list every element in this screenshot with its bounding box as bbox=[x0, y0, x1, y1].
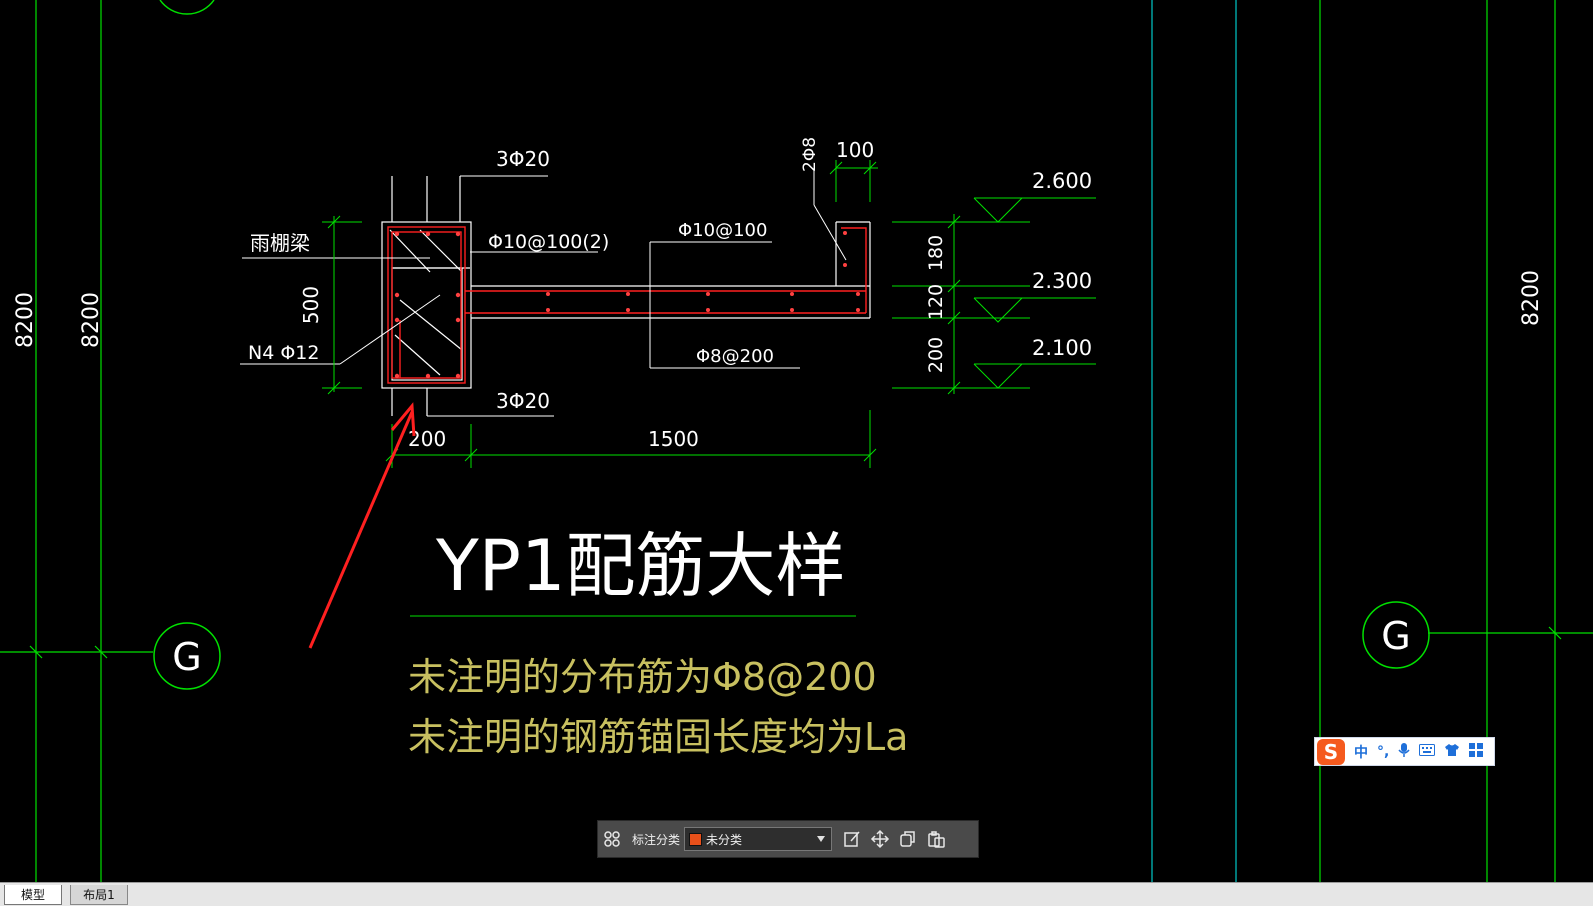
ime-toolbar: S 中 °, bbox=[1314, 737, 1495, 766]
axis-dim-right: 8200 bbox=[1519, 270, 1544, 326]
edit-icon[interactable] bbox=[838, 825, 866, 853]
chevron-down-icon bbox=[817, 836, 826, 842]
move-icon[interactable] bbox=[866, 825, 894, 853]
axis-dim-left-2: 8200 bbox=[79, 292, 104, 348]
label-slab-top: Φ10@100 bbox=[678, 220, 767, 241]
annotation-category-value: 未分类 bbox=[706, 832, 743, 847]
rebar-lines bbox=[387, 226, 867, 384]
keyboard-icon[interactable] bbox=[1419, 743, 1436, 760]
ime-mode-toggle[interactable]: 中 bbox=[1354, 742, 1368, 762]
annotation-toolbar: 标注分类 未分类 bbox=[597, 820, 979, 858]
elevation-2: 2.300 bbox=[1032, 269, 1092, 293]
label-top-bars: 3Φ20 bbox=[496, 147, 550, 171]
note-line-2: 未注明的钢筋锚固长度均为La bbox=[408, 715, 908, 759]
punctuation-icon[interactable]: °, bbox=[1377, 744, 1389, 760]
layout-tab-bar: 模型 布局1 bbox=[0, 882, 1593, 906]
cyan-lines bbox=[1151, 0, 1237, 882]
dim-1500: 1500 bbox=[648, 427, 699, 451]
label-beam-name: 雨棚梁 bbox=[250, 231, 310, 255]
sogou-logo-icon[interactable]: S bbox=[1317, 738, 1345, 765]
tab-model[interactable]: 模型 bbox=[4, 885, 62, 905]
toolbox-icon[interactable] bbox=[1469, 742, 1484, 761]
grid-icon[interactable] bbox=[598, 825, 626, 853]
markup-arrow bbox=[308, 402, 416, 649]
tab-layout1[interactable]: 布局1 bbox=[70, 885, 128, 905]
annotation-category-select[interactable]: 未分类 bbox=[684, 827, 833, 851]
axis-bubble-top bbox=[159, 0, 215, 15]
elevation-3: 2.100 bbox=[1032, 336, 1092, 360]
annotation-category-label: 标注分类 bbox=[632, 832, 681, 847]
microphone-icon[interactable] bbox=[1398, 742, 1410, 762]
note-line-1: 未注明的分布筋为Φ8@200 bbox=[408, 655, 877, 699]
leader-lines bbox=[240, 168, 847, 417]
label-slab-bottom: Φ8@200 bbox=[696, 346, 774, 367]
skin-icon[interactable] bbox=[1444, 743, 1460, 761]
label-bottom-bars: 3Φ20 bbox=[496, 389, 550, 413]
label-edge-bars: 2Φ8 bbox=[800, 137, 820, 172]
tab-layout1-label: 布局1 bbox=[83, 888, 115, 902]
beam-section bbox=[381, 176, 871, 416]
paste-icon[interactable] bbox=[922, 825, 950, 853]
axis-dim-left-1: 8200 bbox=[13, 292, 38, 348]
category-color-swatch bbox=[689, 832, 703, 846]
dim-180: 180 bbox=[925, 235, 947, 271]
tab-model-label: 模型 bbox=[20, 888, 45, 902]
dim-200-right: 200 bbox=[925, 337, 947, 373]
dim-100: 100 bbox=[836, 138, 874, 162]
drawing-title: YP1配筋大样 bbox=[435, 525, 846, 607]
dim-500: 500 bbox=[299, 286, 323, 324]
copy-icon[interactable] bbox=[894, 825, 922, 853]
axis-bubble-right-label: G bbox=[1381, 614, 1410, 658]
label-stirrup: Φ10@100(2) bbox=[488, 231, 609, 253]
label-waist-bars: N4 Φ12 bbox=[248, 342, 319, 364]
dim-120: 120 bbox=[925, 284, 947, 320]
axis-bubble-left-label: G bbox=[172, 635, 201, 679]
elevation-1: 2.600 bbox=[1032, 169, 1092, 193]
